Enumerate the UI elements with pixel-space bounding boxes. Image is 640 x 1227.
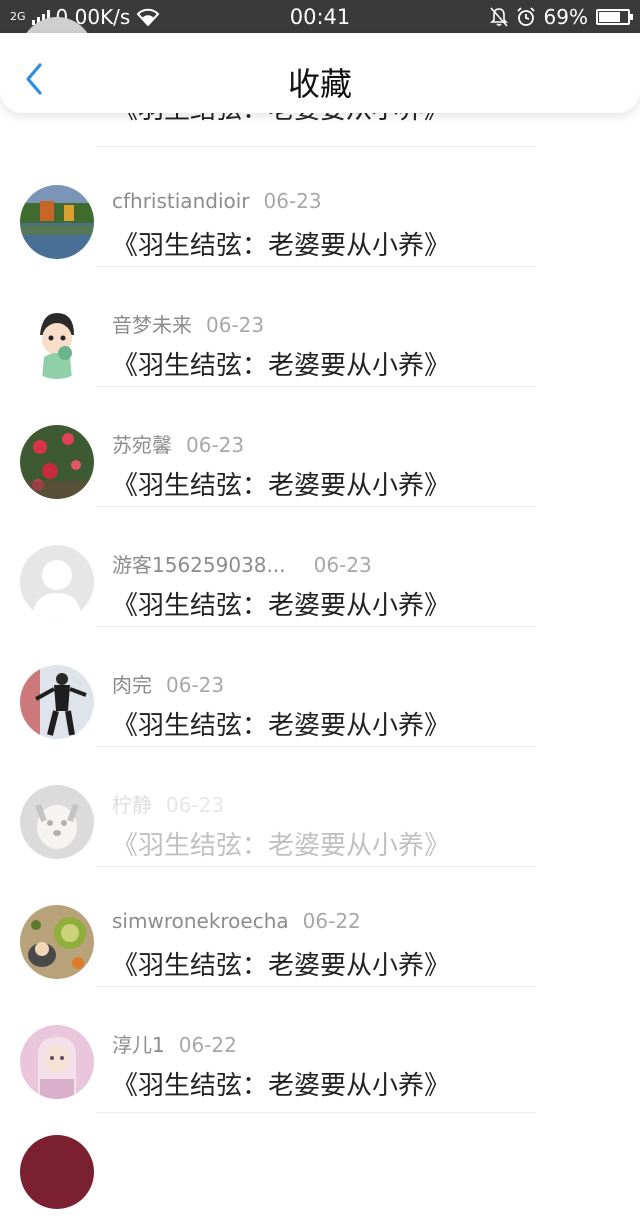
item-date: 06-23 [166, 673, 225, 697]
item-title: 《羽生结弦：老婆要从小养》 [112, 471, 451, 501]
item-meta: 游客156259038... 06-23 [112, 549, 372, 578]
nav-header: 收藏 [0, 33, 640, 113]
default-user-avatar [20, 545, 94, 619]
item-date: 06-23 [263, 189, 322, 213]
item-username[interactable]: 肉完 [112, 673, 152, 697]
list-item[interactable]: 音梦未来 06-23 《羽生结弦：老婆要从小养》 [0, 267, 640, 387]
item-meta: 柠静 06-23 [112, 789, 224, 818]
dog-avatar [20, 785, 94, 859]
list-item[interactable]: cfhristiandioir 06-23 《羽生结弦：老婆要从小养》 [0, 147, 640, 267]
status-left: 2G 0.00K/s [10, 5, 490, 29]
pink-girl-avatar [20, 1025, 94, 1099]
item-meta: 肉完 06-23 [112, 669, 224, 698]
item-meta: simwronekroecha 06-22 [112, 909, 361, 933]
item-title: 《羽生结弦：老婆要从小养》 [112, 711, 451, 741]
item-meta: cfhristiandioir 06-23 [112, 189, 322, 213]
item-username[interactable]: simwronekroecha [112, 909, 289, 933]
item-username[interactable]: cfhristiandioir [112, 189, 250, 213]
red-flowers-avatar [20, 425, 94, 499]
list-item[interactable] [0, 1107, 640, 1227]
list-item[interactable]: 游客156259038... 06-23 《羽生结弦：老婆要从小养》 [0, 507, 640, 627]
item-username[interactable]: 柠静 [112, 793, 152, 817]
skater-avatar [20, 665, 94, 739]
item-title: 《羽生结弦：老婆要从小养》 [112, 831, 451, 861]
food-avatar [20, 905, 94, 979]
item-title: 《羽生结弦：老婆要从小养》 [112, 231, 451, 261]
item-title: 《羽生结弦：老婆要从小养》 [112, 951, 451, 981]
item-date: 06-23 [313, 553, 372, 577]
battery-icon [596, 8, 633, 25]
partial-avatar-bottom [20, 1135, 94, 1209]
battery-percent: 69% [543, 4, 588, 29]
item-username[interactable]: 音梦未来 [112, 313, 192, 337]
cartoon-boy-avatar [20, 305, 94, 379]
item-meta: 音梦未来 06-23 [112, 309, 264, 338]
wifi-icon [136, 8, 160, 26]
list-item[interactable]: 柠静 06-23 《羽生结弦：老婆要从小养》 [0, 747, 640, 867]
item-title: 《羽生结弦：老婆要从小养》 [112, 351, 451, 381]
item-username[interactable]: 苏宛馨 [112, 433, 172, 457]
item-meta: 淳儿1 06-22 [112, 1029, 237, 1058]
item-title: 《羽生结弦：老婆要从小养》 [112, 591, 451, 621]
page-title: 收藏 [287, 65, 352, 103]
list-item[interactable]: simwronekroecha 06-22 《羽生结弦：老婆要从小养》 [0, 867, 640, 987]
item-meta: 苏宛馨 06-23 [112, 429, 244, 458]
item-username[interactable]: 游客156259038... [112, 553, 286, 577]
alarm-icon [516, 6, 536, 27]
item-username[interactable]: 淳儿1 [112, 1033, 165, 1057]
status-right: 69% [489, 4, 633, 29]
item-title: 《羽生结弦：老婆要从小养》 [112, 1071, 451, 1101]
list-item[interactable]: 苏宛馨 06-23 《羽生结弦：老婆要从小养》 [0, 387, 640, 507]
item-date: 06-23 [186, 433, 245, 457]
item-date: 06-23 [206, 313, 265, 337]
network-type: 2G [10, 10, 26, 23]
item-date: 06-22 [302, 909, 361, 933]
list-item[interactable]: 肉完 06-23 《羽生结弦：老婆要从小养》 [0, 627, 640, 747]
list-item[interactable]: 淳儿1 06-22 《羽生结弦：老婆要从小养》 [0, 987, 640, 1113]
lake-landscape-avatar [20, 185, 94, 259]
item-date: 06-22 [178, 1033, 237, 1057]
bell-off-icon [489, 6, 508, 27]
item-date: 06-23 [166, 793, 225, 817]
